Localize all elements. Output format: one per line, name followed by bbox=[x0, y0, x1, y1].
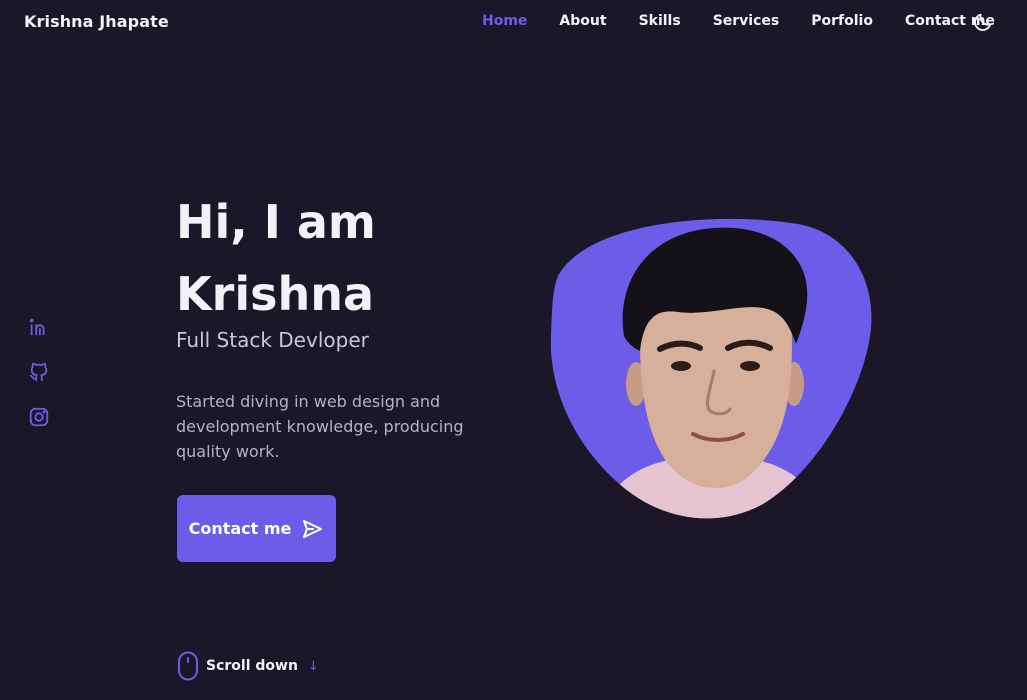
moon-icon[interactable] bbox=[972, 11, 994, 33]
nav-services[interactable]: Services bbox=[713, 13, 780, 29]
hero-avatar-blob bbox=[548, 216, 874, 520]
nav-about[interactable]: About bbox=[559, 13, 606, 29]
nav-home[interactable]: Home bbox=[482, 13, 527, 29]
site-logo[interactable]: Krishna Jhapate bbox=[24, 12, 169, 31]
send-icon bbox=[303, 519, 323, 538]
page: Krishna Jhapate Home About Skills Servic… bbox=[0, 0, 1027, 700]
hero-description: Started diving in web design and develop… bbox=[176, 392, 464, 461]
contact-button-label: Contact me bbox=[188, 519, 292, 538]
hero-title: Hi, I am Krishna bbox=[176, 186, 496, 330]
mouse-icon bbox=[178, 651, 198, 681]
main-nav: Home About Skills Services Porfolio Cont… bbox=[482, 13, 995, 29]
contact-me-button[interactable]: Contact me bbox=[177, 495, 336, 562]
hero-greeting: Hi, I am bbox=[176, 195, 376, 249]
hero-name: Krishna bbox=[176, 267, 375, 321]
social-links bbox=[28, 316, 50, 428]
arrow-down-icon: ↓ bbox=[307, 658, 319, 674]
instagram-icon[interactable] bbox=[28, 406, 50, 428]
profile-photo bbox=[550, 218, 872, 519]
nav-skills[interactable]: Skills bbox=[639, 13, 681, 29]
hero-subtitle: Full Stack Devloper bbox=[176, 328, 369, 352]
scroll-down-label: Scroll down bbox=[206, 658, 298, 674]
linkedin-icon[interactable] bbox=[28, 316, 50, 338]
github-icon[interactable] bbox=[28, 361, 50, 383]
scroll-down-link[interactable]: Scroll down ↓ bbox=[177, 651, 319, 681]
nav-portfolio[interactable]: Porfolio bbox=[811, 13, 873, 29]
header: Krishna Jhapate Home About Skills Servic… bbox=[0, 0, 1027, 44]
